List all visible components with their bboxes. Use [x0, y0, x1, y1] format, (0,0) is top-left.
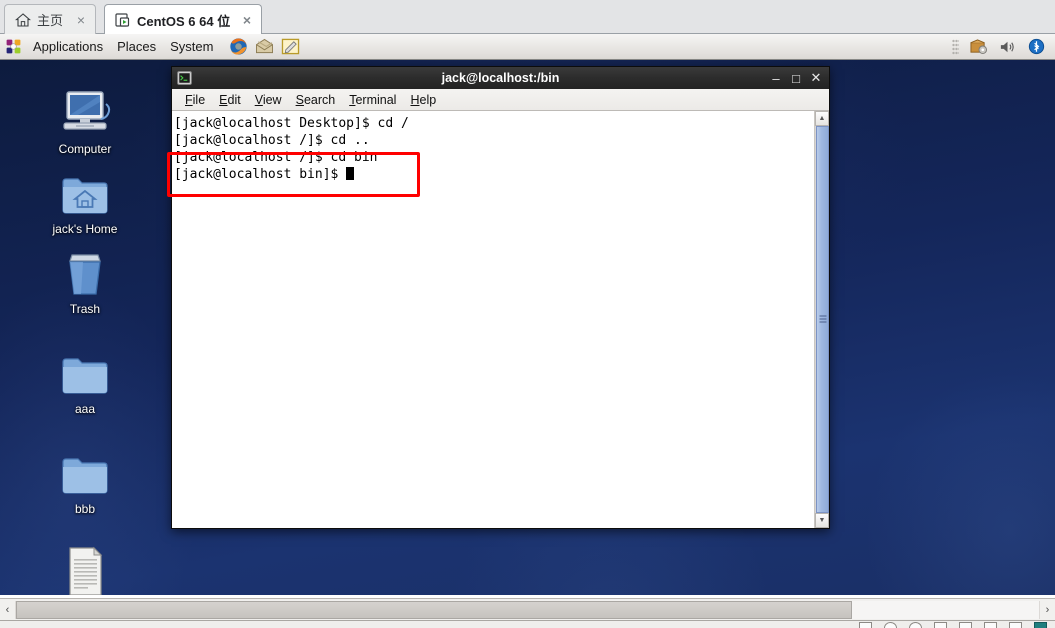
desktop-icon-bbb-label: bbb: [74, 502, 96, 516]
menu-terminal-rest: erminal: [355, 92, 397, 107]
vm-tab-home[interactable]: 主页 ×: [4, 4, 96, 34]
menu-file-rest: ile: [192, 92, 206, 107]
minimize-button[interactable]: –: [766, 68, 786, 88]
text-document-icon: [30, 544, 140, 595]
status-shared-folder-icon[interactable]: [959, 622, 972, 628]
menu-edit-rest: dit: [227, 92, 241, 107]
vm-horizontal-scrollbar[interactable]: ‹ ›: [0, 598, 1055, 620]
centos-logo-icon: [1, 36, 25, 58]
hscroll-right-arrow-icon[interactable]: ›: [1040, 600, 1055, 620]
terminal-menubar: File Edit View Search Terminal Help: [172, 89, 829, 111]
scrollbar-thumb[interactable]: [816, 126, 829, 513]
folder-icon: [30, 344, 140, 398]
desktop-icon-trash-label: Trash: [69, 302, 101, 316]
vm-tab-home-close-icon[interactable]: ×: [75, 13, 87, 27]
vm-status-bar: ↗: [0, 620, 1055, 628]
menu-view-rest: iew: [262, 92, 282, 107]
maximize-button[interactable]: □: [786, 68, 806, 88]
panel-menu-system[interactable]: System: [163, 36, 220, 57]
package-updater-icon[interactable]: [966, 36, 990, 58]
vm-tab-home-label: 主页: [37, 13, 64, 28]
desktop-icon-bbb[interactable]: bbb: [30, 444, 140, 516]
menu-file[interactable]: File: [178, 91, 212, 109]
terminal-line: [jack@localhost /]$ cd bin: [174, 150, 378, 165]
terminal-prompt: [jack@localhost bin]$: [174, 167, 347, 182]
gnome-top-panel: Applications Places System: [0, 34, 1055, 60]
menu-view-mnemonic: V: [254, 92, 263, 107]
status-harddisk-icon[interactable]: [859, 622, 872, 628]
hscroll-track[interactable]: [15, 600, 1040, 619]
folder-icon: [30, 444, 140, 498]
status-network-icon[interactable]: [1034, 622, 1047, 628]
home-icon: [15, 12, 31, 27]
desktop-icon-home[interactable]: jack's Home: [30, 164, 140, 236]
status-display-icon[interactable]: [984, 622, 997, 628]
home-folder-icon: [30, 164, 140, 218]
scroll-down-arrow-icon[interactable]: ▼: [815, 513, 829, 528]
menu-search[interactable]: Search: [289, 91, 343, 109]
vm-application-window: 主页 × CentOS 6 64 位 × Applications Places…: [0, 0, 1055, 628]
hscroll-left-arrow-icon[interactable]: ‹: [0, 600, 15, 620]
terminal-titlebar[interactable]: jack@localhost:/bin – □ ✕: [172, 67, 829, 89]
menu-view[interactable]: View: [248, 91, 289, 109]
trash-icon: [30, 244, 140, 298]
terminal-icon: [177, 71, 192, 85]
scrollbar-grip-icon: [819, 315, 826, 324]
menu-help[interactable]: Help: [403, 91, 443, 109]
panel-menu-applications[interactable]: Applications: [26, 36, 110, 57]
scrollbar-track[interactable]: [815, 126, 829, 513]
terminal-title: jack@localhost:/bin: [441, 71, 560, 85]
terminal-line: [jack@localhost /]$ cd ..: [174, 133, 370, 148]
close-button[interactable]: ✕: [806, 68, 826, 88]
status-floppy-icon[interactable]: [909, 622, 922, 628]
vm-icon: [115, 13, 130, 27]
menu-edit[interactable]: Edit: [212, 91, 248, 109]
terminal-output[interactable]: [jack@localhost Desktop]$ cd / [jack@loca…: [172, 111, 814, 528]
window-controls: – □ ✕: [766, 68, 826, 88]
evolution-mail-icon[interactable]: [252, 36, 276, 58]
text-editor-icon[interactable]: [278, 36, 302, 58]
status-printer-icon[interactable]: [1009, 622, 1022, 628]
terminal-body: [jack@localhost Desktop]$ cd / [jack@loca…: [172, 111, 829, 528]
menu-edit-mnemonic: E: [219, 92, 228, 107]
menu-terminal[interactable]: Terminal: [342, 91, 403, 109]
status-usb-icon[interactable]: [934, 622, 947, 628]
vm-tab-centos-close-icon[interactable]: ×: [241, 13, 253, 27]
menu-search-rest: earch: [303, 92, 336, 107]
desktop-icon-aaa-label: aaa: [74, 402, 96, 416]
volume-icon[interactable]: [995, 36, 1019, 58]
desktop-icon-computer[interactable]: Computer: [30, 84, 140, 156]
scroll-up-arrow-icon[interactable]: ▲: [815, 111, 829, 126]
terminal-line: [jack@localhost Desktop]$ cd /: [174, 116, 409, 131]
terminal-window: jack@localhost:/bin – □ ✕ File Edit View…: [171, 66, 830, 529]
desktop-icon-computer-label: Computer: [58, 142, 112, 156]
panel-drag-handle[interactable]: [952, 38, 959, 55]
panel-tray: [952, 34, 1049, 59]
computer-icon: [30, 84, 140, 138]
desktop-icon-document[interactable]: [30, 544, 140, 595]
bluetooth-icon[interactable]: [1024, 36, 1048, 58]
firefox-icon[interactable]: [226, 36, 250, 58]
menu-file-mnemonic: F: [185, 92, 193, 107]
panel-menu-places[interactable]: Places: [110, 36, 163, 57]
vm-tab-centos[interactable]: CentOS 6 64 位 ×: [104, 4, 262, 35]
terminal-cursor: [346, 167, 355, 180]
desktop-icon-trash[interactable]: Trash: [30, 244, 140, 316]
menu-help-rest: elp: [419, 92, 437, 107]
vm-tab-strip: 主页 × CentOS 6 64 位 ×: [0, 0, 1055, 35]
desktop-icon-home-label: jack's Home: [52, 222, 118, 236]
status-cd-icon[interactable]: [884, 622, 897, 628]
hscroll-thumb[interactable]: [16, 600, 852, 619]
terminal-prompt-line: [jack@localhost bin]$: [174, 166, 814, 183]
vm-tab-centos-label: CentOS 6 64 位: [137, 13, 231, 29]
terminal-scrollbar[interactable]: ▲ ▼: [814, 111, 829, 528]
menu-search-mnemonic: S: [295, 92, 304, 107]
desktop-icon-aaa[interactable]: aaa: [30, 344, 140, 416]
menu-help-mnemonic: H: [410, 92, 420, 107]
panel-menu-group: Applications Places System: [0, 34, 303, 59]
